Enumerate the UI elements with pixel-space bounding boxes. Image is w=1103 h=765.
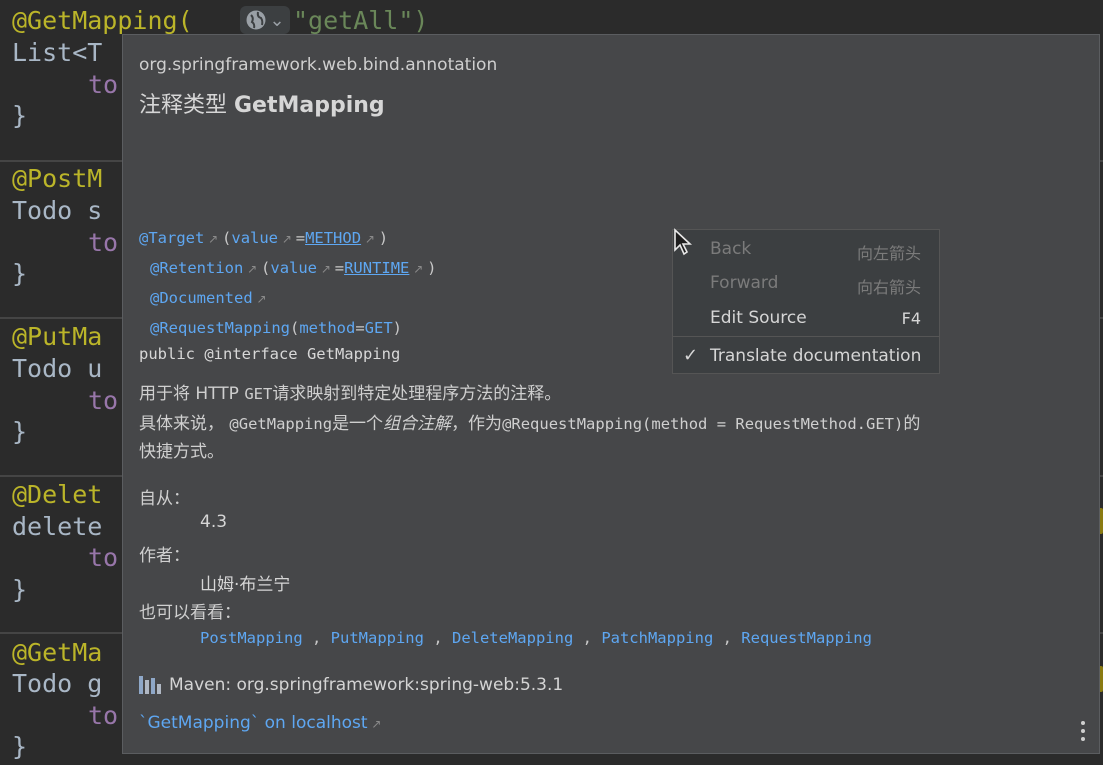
- code-line: delete: [12, 512, 103, 541]
- context-menu: Back 向左箭头 Forward 向右箭头 Edit Source F4 ✓ …: [672, 229, 940, 374]
- code-line: }: [12, 259, 28, 288]
- checkmark-icon: ✓: [683, 345, 699, 366]
- request-mapping-link[interactable]: @RequestMapping: [150, 319, 290, 337]
- signature-line: @Documented ↗: [150, 289, 267, 307]
- code-line: List<T: [12, 38, 103, 67]
- localhost-link[interactable]: `GetMapping` on localhost ↗: [139, 713, 381, 733]
- declaration-line: public @interface GetMapping: [139, 345, 401, 363]
- signature-line: @RequestMapping(method=GET): [150, 319, 403, 337]
- see-also-link[interactable]: PostMapping: [200, 629, 303, 647]
- external-link-icon: ↗: [409, 262, 428, 276]
- description-line: 具体来说， @GetMapping是一个组合注解，作为@RequestMappi…: [139, 414, 921, 434]
- menu-item-translate-documentation[interactable]: ✓ Translate documentation: [673, 341, 939, 371]
- code-line: Todo u: [12, 354, 103, 383]
- author-value: 山姆·布兰宁: [200, 575, 291, 595]
- value-link[interactable]: value: [270, 259, 317, 277]
- chevron-down-icon: ⌄: [269, 9, 285, 31]
- see-also-link[interactable]: PatchMapping: [601, 629, 713, 647]
- library-icon: [139, 676, 161, 694]
- retention-link[interactable]: @Retention: [150, 259, 243, 277]
- code-line: }: [12, 417, 28, 446]
- menu-item-edit-source[interactable]: Edit Source F4: [673, 303, 939, 333]
- external-link-icon: ↗: [317, 262, 335, 276]
- code-line: @GetMa: [12, 638, 103, 667]
- globe-icon[interactable]: ⌄: [240, 6, 290, 34]
- code-line: to: [88, 543, 119, 572]
- target-link[interactable]: @Target: [139, 229, 204, 247]
- documented-link[interactable]: @Documented: [150, 289, 253, 307]
- since-label: 自从：: [139, 489, 190, 509]
- code-line: }: [12, 732, 28, 761]
- see-also-link[interactable]: PutMapping: [331, 629, 424, 647]
- code-line: @PostM: [12, 164, 103, 193]
- more-options-icon[interactable]: [1081, 721, 1085, 741]
- documentation-popup[interactable]: org.springframework.web.bind.annotation …: [122, 34, 1100, 754]
- code-line: @GetMapping(: [12, 6, 193, 35]
- external-link-icon: ↗: [367, 717, 382, 731]
- code-line: @PutMa: [12, 322, 103, 351]
- external-link-icon: ↗: [252, 292, 267, 306]
- value-link[interactable]: value: [231, 229, 278, 247]
- see-also-label: 也可以看看：: [139, 603, 241, 623]
- code-line: }: [12, 101, 28, 130]
- method-link[interactable]: METHOD: [305, 229, 361, 247]
- code-line: @Delet: [12, 480, 103, 509]
- since-value: 4.3: [200, 512, 228, 532]
- menu-item-forward[interactable]: Forward 向右箭头: [673, 268, 939, 298]
- code-line: Todo g: [12, 669, 103, 698]
- author-label: 作者：: [139, 546, 190, 566]
- code-line: to: [88, 228, 119, 257]
- external-link-icon: ↗: [361, 232, 379, 246]
- see-also-link[interactable]: DeleteMapping: [452, 629, 573, 647]
- description-line: 快捷方式。: [139, 442, 224, 462]
- see-also-list: PostMapping , PutMapping , DeleteMapping…: [200, 629, 872, 647]
- code-line: to: [88, 701, 119, 730]
- signature-line: @Target ↗ (value ↗ =METHOD ↗ ): [139, 229, 389, 247]
- code-line: }: [12, 575, 28, 604]
- doc-title: 注释类型 GetMapping: [139, 93, 385, 118]
- signature-line: @Retention ↗ (value ↗ =RUNTIME ↗ ): [150, 259, 437, 277]
- code-line: to: [88, 70, 119, 99]
- code-line: "getAll"): [293, 6, 429, 35]
- external-link-icon: ↗: [204, 232, 223, 246]
- description-line: 用于将 HTTP GET请求映射到特定处理程序方法的注释。: [139, 384, 562, 404]
- maven-info: Maven: org.springframework:spring-web:5.…: [139, 675, 563, 695]
- package-name: org.springframework.web.bind.annotation: [139, 55, 498, 75]
- see-also-link[interactable]: RequestMapping: [741, 629, 872, 647]
- runtime-link[interactable]: RUNTIME: [344, 259, 409, 277]
- code-line: to: [88, 386, 119, 415]
- mouse-cursor-icon: [674, 228, 693, 256]
- menu-divider: [673, 336, 939, 337]
- code-line: Todo s: [12, 196, 103, 225]
- menu-item-back[interactable]: Back 向左箭头: [673, 234, 939, 264]
- external-link-icon: ↗: [278, 232, 296, 246]
- external-link-icon: ↗: [243, 262, 262, 276]
